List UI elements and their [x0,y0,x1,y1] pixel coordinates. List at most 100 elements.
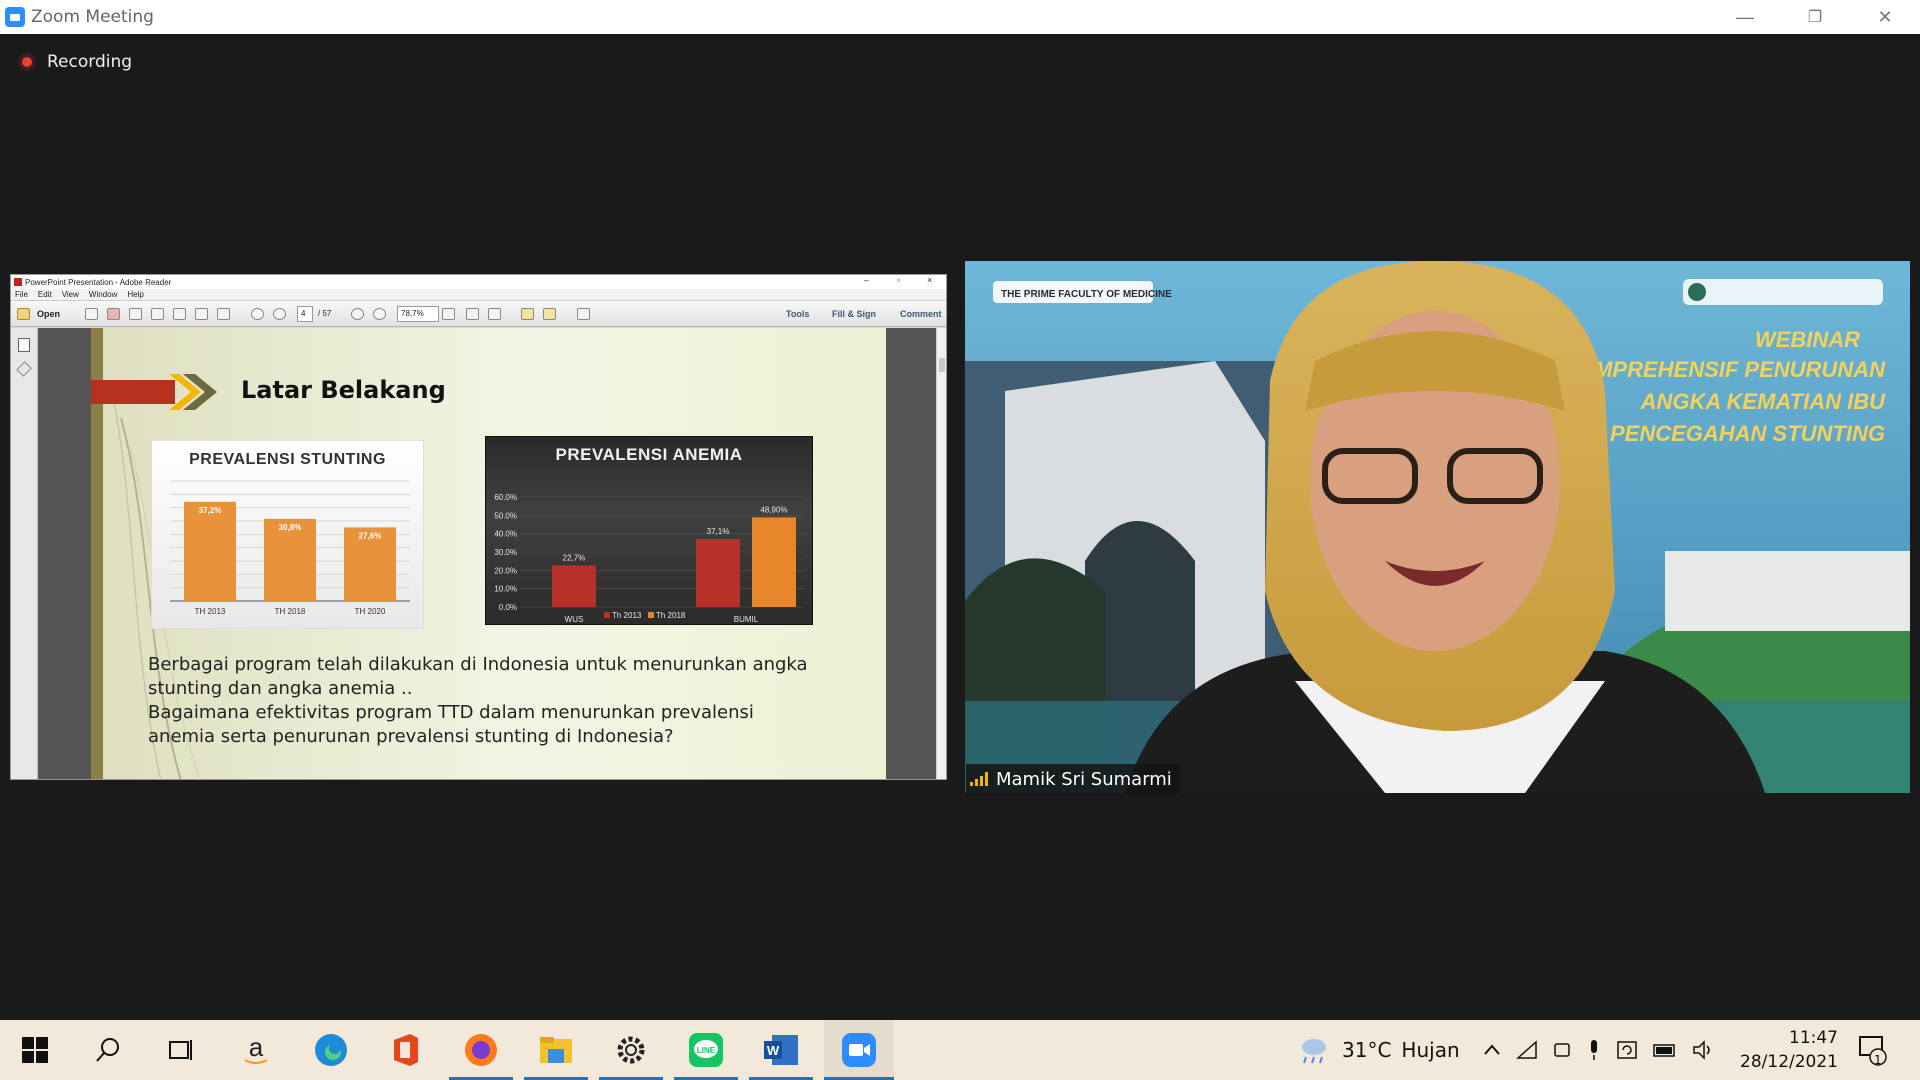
amazon-icon[interactable]: a [224,1020,288,1080]
attachment-icon[interactable] [16,361,32,377]
export-pdf-icon[interactable] [107,308,120,320]
battery-icon[interactable] [1652,1041,1678,1059]
start-icon[interactable] [3,1020,67,1080]
bar [696,538,740,607]
cloud-icon[interactable] [151,308,164,320]
data-label: 37,2% [199,506,222,515]
file-explorer-icon[interactable] [524,1020,588,1080]
fit-width-icon[interactable] [488,308,501,320]
legend-swatch [648,612,654,618]
wifi-icon[interactable] [1516,1040,1538,1060]
search-icon[interactable] [76,1020,140,1080]
system-tray [1482,1020,1716,1080]
zoom-icon[interactable] [824,1020,894,1080]
clock-date: 28/12/2021 [1740,1052,1838,1072]
volume-icon[interactable] [1692,1040,1716,1060]
comment-pane-link[interactable]: Comment [900,309,942,319]
zoom-level-select[interactable]: 78,7% [397,306,439,322]
reader-titlebar: PowerPoint Presentation - Adobe Reader –… [11,275,946,289]
chevron-down-icon[interactable] [442,308,455,320]
restore-button[interactable]: ❐ [1780,0,1850,34]
notification-center-icon[interactable]: 1 [1856,1020,1890,1080]
minimize-button[interactable]: — [1710,0,1780,34]
page-up-icon[interactable] [251,308,264,320]
svg-text:a: a [249,1033,264,1062]
page-number-input[interactable]: 4 [297,306,313,322]
print-icon[interactable] [195,308,208,320]
anemia-chart-plot: 0.0% 10.0% 20.0% 30.0% 40.0% 50.0% 60.0% WUS BUM… [494,493,804,624]
participant-name: Mamik Sri Sumarmi [996,768,1172,790]
x-tick-label: BUMIL [734,615,759,624]
highlight-icon[interactable] [543,308,556,320]
firefox-icon[interactable] [449,1020,513,1080]
y-tick-label: 40.0% [494,530,517,539]
reader-title: PowerPoint Presentation - Adobe Reader [25,277,172,287]
zoom-in-icon[interactable] [373,308,386,320]
document-viewport[interactable]: Latar Belakang PREVALENSI STUNTING 37,2%… [38,328,938,779]
create-pdf-icon[interactable] [85,308,98,320]
word-icon[interactable]: W [749,1020,813,1080]
close-button[interactable]: ✕ [1850,0,1920,34]
expand-icon[interactable] [577,308,590,320]
menu-view[interactable]: View [62,290,79,299]
folder-icon[interactable] [17,308,30,320]
page-thumbnails-icon[interactable] [18,338,30,352]
reader-close-button[interactable]: × [927,275,932,285]
chevron-up-icon[interactable] [1482,1040,1502,1060]
recording-icon [18,53,36,71]
settings-icon[interactable] [599,1020,663,1080]
edge-icon[interactable] [299,1020,363,1080]
menu-edit[interactable]: Edit [38,290,52,299]
legend-swatch [604,612,610,618]
participant-video[interactable]: WEBINAR N KOMPREHENSIF PENURUNAN ANGKA K… [965,261,1910,793]
paragraph-line: stunting dan angka anemia .. [148,678,413,699]
camera-icon[interactable] [1552,1040,1572,1060]
bar [552,565,596,607]
task-view-icon[interactable] [148,1020,212,1080]
page-down-icon[interactable] [273,308,286,320]
open-button[interactable]: Open [37,309,60,319]
save-icon[interactable] [173,308,186,320]
zoom-out-icon[interactable] [351,308,364,320]
stunting-chart: PREVALENSI STUNTING 37,2% TH 2013 30,8% TH … [151,440,424,629]
email-icon[interactable] [217,308,230,320]
data-label: 30,8% [279,523,302,532]
microphone-icon[interactable] [1586,1039,1602,1061]
svg-text:W: W [767,1043,780,1058]
weather-condition: Hujan [1401,1038,1460,1062]
video-frame: WEBINAR N KOMPREHENSIF PENURUNAN ANGKA K… [965,261,1910,793]
slide-paragraph: Berbagai program telah dilakukan di Indo… [148,653,808,749]
clock[interactable]: 11:47 28/12/2021 [1728,1026,1838,1074]
menu-file[interactable]: File [15,290,28,299]
menu-help[interactable]: Help [127,290,143,299]
x-tick-label: WUS [565,615,584,624]
data-label: 48,90% [760,505,787,514]
shared-screen: PowerPoint Presentation - Adobe Reader –… [10,274,947,780]
line-icon[interactable]: LINE [674,1020,738,1080]
recording-indicator[interactable]: Recording [18,52,132,72]
paragraph-line: anemia serta penurunan prevalensi stunti… [148,726,674,747]
office-icon[interactable] [374,1020,438,1080]
weather-widget[interactable]: 31°C Hujan [1296,1020,1460,1080]
data-label: 27,6% [359,531,382,540]
edit-icon[interactable] [129,308,142,320]
window-title: Zoom Meeting [31,7,154,27]
tools-pane-link[interactable]: Tools [786,309,809,319]
window-titlebar: Zoom Meeting — ❐ ✕ [0,0,1920,34]
fill-sign-pane-link[interactable]: Fill & Sign [832,309,876,319]
page-count: / 57 [318,309,332,318]
pdf-icon [14,278,22,286]
signal-strength-icon [970,772,988,786]
reader-maximize-button[interactable]: ▫ [897,275,900,285]
bar [752,517,796,607]
menu-window[interactable]: Window [89,290,117,299]
notification-count: 1 [1874,1053,1882,1067]
fit-page-icon[interactable] [466,308,479,320]
sync-icon[interactable] [1616,1040,1638,1060]
paragraph-line: Bagaimana efektivitas program TTD dalam … [148,702,754,723]
comment-bubble-icon[interactable] [521,308,534,320]
reader-scrollbar[interactable] [936,328,946,779]
clock-time: 11:47 [1789,1028,1838,1048]
reader-menubar: File Edit View Window Help [11,289,946,301]
reader-minimize-button[interactable]: – [864,275,869,285]
